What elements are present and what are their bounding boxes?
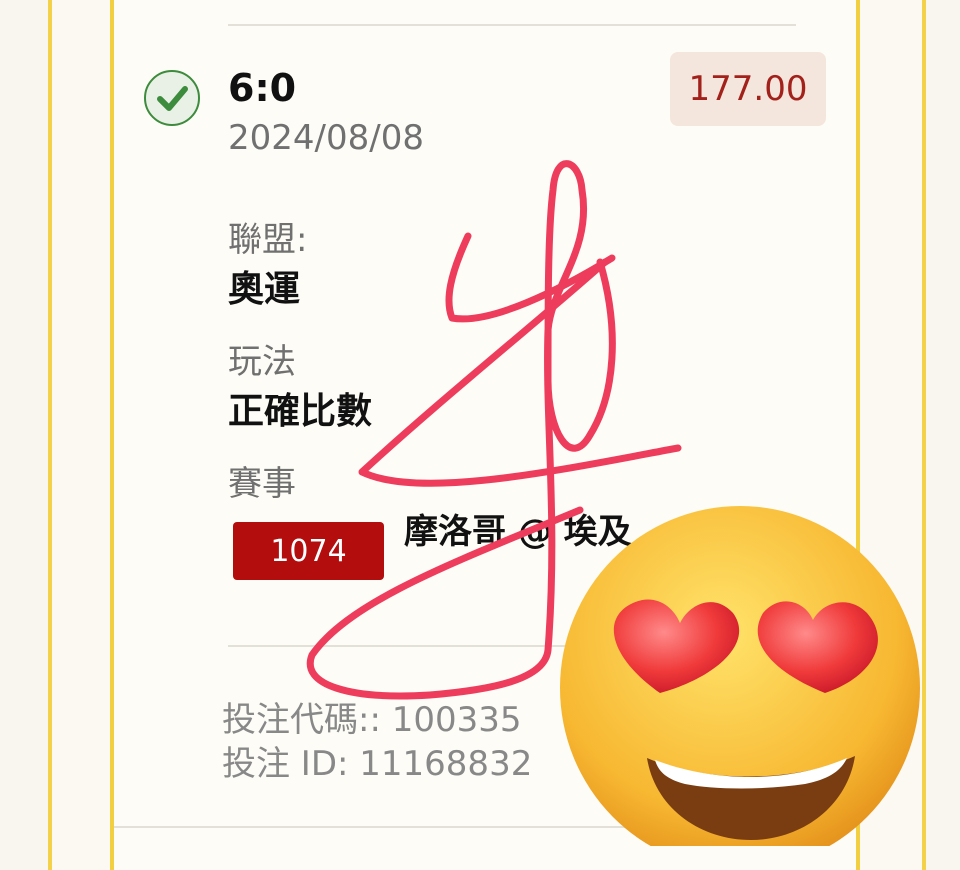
heart-eyes-emoji-icon	[560, 506, 920, 846]
